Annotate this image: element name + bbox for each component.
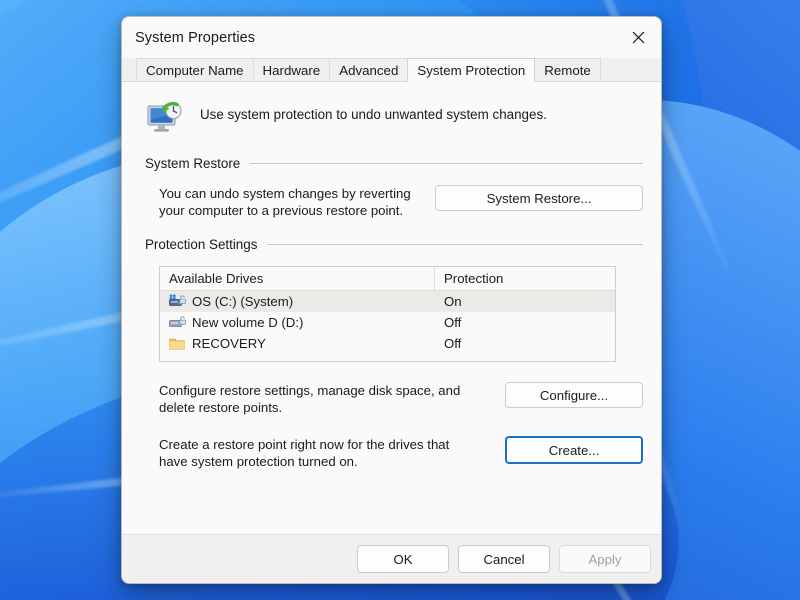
tab-strip: Computer Name Hardware Advanced System P… [122,58,661,82]
desktop-wallpaper: System Properties Computer Name Hardware… [0,0,800,600]
apply-button: Apply [559,545,651,573]
table-header-row: Available Drives Protection [160,267,615,291]
configure-button[interactable]: Configure... [505,382,643,408]
create-description: Create a restore point right now for the… [145,436,449,470]
group-divider [250,163,643,164]
group-divider [267,244,643,245]
tab-advanced[interactable]: Advanced [329,58,409,81]
close-icon[interactable] [615,17,661,58]
drive-cell: OS (C:) (System) [160,294,435,309]
system-restore-description-line1: You can undo system changes by reverting [159,186,411,201]
tab-hardware[interactable]: Hardware [252,58,331,81]
drive-name: OS (C:) (System) [192,294,294,309]
os-drive-lock-icon [169,294,186,309]
header-row: Use system protection to undo unwanted s… [140,82,643,138]
system-restore-group: System Restore You can undo system chang… [140,156,643,219]
protection-status: On [444,294,462,309]
configure-description: Configure restore settings, manage disk … [145,382,460,416]
configure-row: Configure restore settings, manage disk … [145,382,643,416]
ok-button[interactable]: OK [357,545,449,573]
protection-settings-group: Protection Settings Available Drives Pro… [140,237,643,470]
protection-status: Off [444,315,462,330]
system-restore-group-title: System Restore [145,156,241,171]
tab-page-system-protection: Use system protection to undo unwanted s… [122,81,661,534]
configure-description-line1: Configure restore settings, manage disk … [159,383,461,398]
create-button[interactable]: Create... [505,436,643,464]
drive-lock-icon [169,315,186,330]
column-header-protection[interactable]: Protection [435,267,615,290]
cancel-button[interactable]: Cancel [458,545,550,573]
available-drives-table[interactable]: Available Drives Protection OS (C:) (Sys… [159,266,616,362]
system-properties-dialog: System Properties Computer Name Hardware… [121,16,662,584]
system-restore-description-line2: your computer to a previous restore poin… [159,203,404,218]
drive-cell: RECOVERY [160,336,435,351]
create-row: Create a restore point right now for the… [145,436,643,470]
column-header-available-drives[interactable]: Available Drives [160,267,435,290]
system-restore-button[interactable]: System Restore... [435,185,643,211]
protection-status: Off [444,336,462,351]
protection-settings-group-header: Protection Settings [145,237,643,252]
system-restore-row: You can undo system changes by reverting… [145,185,643,219]
tab-remote[interactable]: Remote [534,58,601,81]
system-restore-description: You can undo system changes by reverting… [145,185,411,219]
drive-name: RECOVERY [192,336,266,351]
tab-computer-name[interactable]: Computer Name [136,58,254,81]
folder-icon [169,336,186,351]
configure-description-line2: delete restore points. [159,400,283,415]
table-row[interactable]: RECOVERY Off [160,333,615,354]
tab-system-protection[interactable]: System Protection [407,58,536,82]
table-row[interactable]: OS (C:) (System) On [160,291,615,312]
drive-name: New volume D (D:) [192,315,304,330]
dialog-footer: OK Cancel Apply [122,534,661,583]
header-description: Use system protection to undo unwanted s… [200,107,547,122]
title-bar: System Properties [122,17,661,58]
system-restore-group-header: System Restore [145,156,643,171]
window-title: System Properties [135,29,256,46]
drive-cell: New volume D (D:) [160,315,435,330]
create-description-line2: have system protection turned on. [159,454,358,469]
system-protection-icon [144,98,184,138]
table-row[interactable]: New volume D (D:) Off [160,312,615,333]
create-description-line1: Create a restore point right now for the… [159,437,450,452]
protection-settings-group-title: Protection Settings [145,237,258,252]
